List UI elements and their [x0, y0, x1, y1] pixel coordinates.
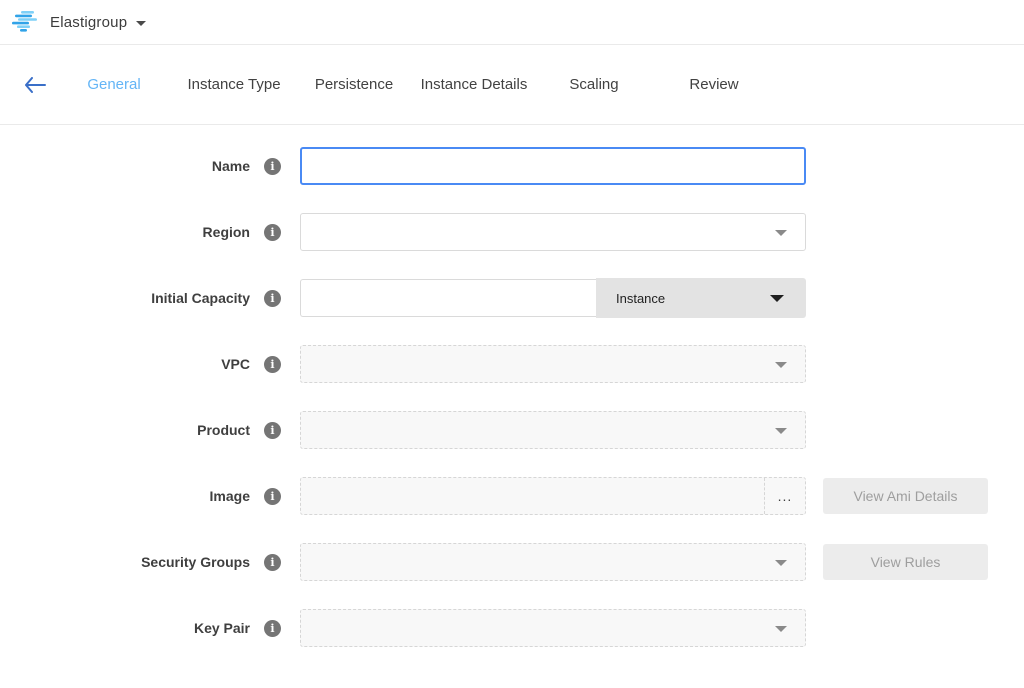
info-icon[interactable]: i [264, 488, 281, 505]
form-row-name: Name i [0, 147, 1024, 185]
form-row-region: Region i [0, 213, 1024, 251]
back-arrow-icon [24, 77, 46, 93]
key-pair-select [300, 609, 806, 647]
info-icon[interactable]: i [264, 290, 281, 307]
chevron-down-icon [770, 295, 784, 302]
security-groups-select [300, 543, 806, 581]
back-button[interactable] [18, 68, 52, 102]
initial-capacity-label: Initial Capacity [0, 290, 250, 306]
info-icon[interactable]: i [264, 620, 281, 637]
wizard-tab-bar: General Instance Type Persistence Instan… [0, 45, 1024, 125]
initial-capacity-input[interactable] [300, 279, 596, 317]
view-rules-button[interactable]: View Rules [823, 544, 988, 580]
vpc-select [300, 345, 806, 383]
vpc-label: VPC [0, 356, 250, 372]
product-select [300, 411, 806, 449]
view-ami-details-button[interactable]: View Ami Details [823, 478, 988, 514]
capacity-unit-value: Instance [616, 291, 665, 306]
info-icon[interactable]: i [264, 356, 281, 373]
chevron-down-icon [775, 560, 787, 566]
image-input [301, 478, 764, 514]
elastigroup-logo-icon [12, 10, 40, 34]
product-label: Product [0, 422, 250, 438]
image-browse-button[interactable]: ... [764, 478, 805, 514]
info-icon[interactable]: i [264, 158, 281, 175]
form-row-security-groups: Security Groups i View Rules [0, 543, 1024, 581]
tab-instance-details[interactable]: Instance Details [414, 76, 534, 93]
chevron-down-icon [775, 626, 787, 632]
app-switcher-label[interactable]: Elastigroup [50, 14, 127, 31]
info-icon[interactable]: i [264, 422, 281, 439]
form-row-product: Product i [0, 411, 1024, 449]
general-settings-form: Name i Region i Initial Capacity i Insta… [0, 125, 1024, 647]
chevron-down-icon [775, 230, 787, 236]
region-select[interactable] [300, 213, 806, 251]
form-row-initial-capacity: Initial Capacity i Instance [0, 279, 1024, 317]
name-label: Name [0, 158, 250, 174]
image-label: Image [0, 488, 250, 504]
region-label: Region [0, 224, 250, 240]
tab-review[interactable]: Review [654, 76, 774, 93]
key-pair-label: Key Pair [0, 620, 250, 636]
chevron-down-icon [775, 362, 787, 368]
top-bar: Elastigroup [0, 0, 1024, 45]
tab-general[interactable]: General [54, 76, 174, 93]
security-groups-label: Security Groups [0, 554, 250, 570]
tab-scaling[interactable]: Scaling [534, 76, 654, 93]
tab-persistence[interactable]: Persistence [294, 76, 414, 93]
capacity-unit-select[interactable]: Instance [596, 278, 806, 318]
wizard-tabs: General Instance Type Persistence Instan… [54, 76, 774, 93]
form-row-vpc: VPC i [0, 345, 1024, 383]
info-icon[interactable]: i [264, 224, 281, 241]
tab-instance-type[interactable]: Instance Type [174, 76, 294, 93]
chevron-down-icon[interactable] [136, 21, 146, 26]
info-icon[interactable]: i [264, 554, 281, 571]
form-row-key-pair: Key Pair i [0, 609, 1024, 647]
name-input[interactable] [300, 147, 806, 185]
form-row-image: Image i ... View Ami Details [0, 477, 1024, 515]
chevron-down-icon [775, 428, 787, 434]
image-input-group: ... [300, 477, 806, 515]
